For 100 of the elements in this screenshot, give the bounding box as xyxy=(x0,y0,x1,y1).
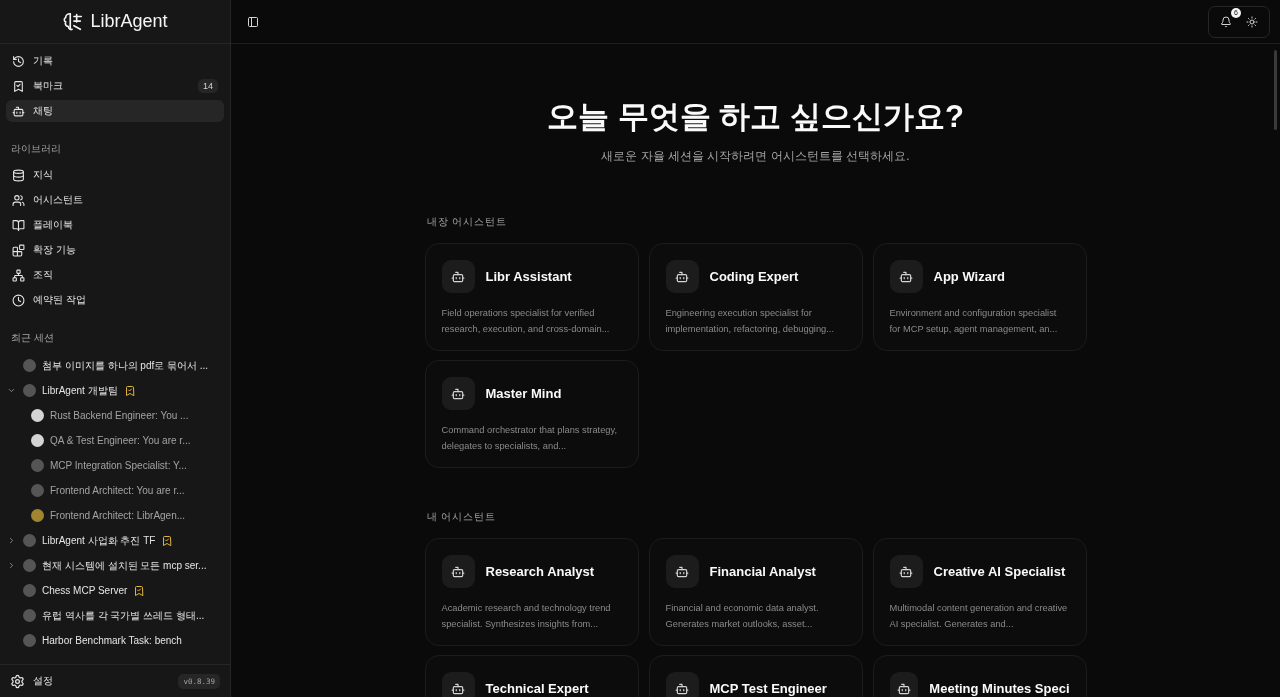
nav-label: 채팅 xyxy=(33,104,54,118)
nav-label: 북마크 xyxy=(33,79,64,93)
blocks-icon xyxy=(12,243,25,257)
logo-icon xyxy=(62,10,85,33)
nav-item[interactable]: 기록 xyxy=(6,50,224,72)
users-icon xyxy=(12,193,25,207)
assistant-name: Financial Analyst xyxy=(709,564,816,579)
chevron-down-icon[interactable] xyxy=(7,386,16,395)
network-icon xyxy=(12,268,25,282)
nav-item[interactable]: 예약된 작업 xyxy=(6,289,224,311)
session-item[interactable]: 첨부 이미지를 하나의 pdf로 묶어서 ... xyxy=(6,353,224,378)
robot-icon xyxy=(665,555,699,588)
session-title: Harbor Benchmark Task: bench xyxy=(42,635,182,646)
assistant-description: Academic research and technology trend specialist. Synthesizes insights from... xyxy=(441,602,612,631)
section-title: 라이브러리 xyxy=(10,142,62,156)
assistant-name: Coding Expert xyxy=(709,269,799,284)
session-item[interactable]: Rust Backend Engineer: You ... xyxy=(6,403,224,428)
assistant-card[interactable]: Libr Assistant Field operations specialist for verified research, execution, and cross-domain... xyxy=(424,243,639,351)
nav-label: 지식 xyxy=(33,168,54,182)
session-title: Rust Backend Engineer: You ... xyxy=(50,410,189,421)
robot-icon xyxy=(441,260,475,293)
nav-item[interactable]: 확장 기능 xyxy=(6,239,224,261)
session-item[interactable]: QA & Test Engineer: You are r... xyxy=(6,428,224,453)
assistant-description: Command orchestrator that plans strategy, delegates to specialists, and... xyxy=(441,424,618,453)
session-item[interactable]: LibrAgent 개발팀 xyxy=(6,378,224,403)
settings-label[interactable]: 설정 xyxy=(33,674,53,688)
robot-icon xyxy=(441,377,475,410)
book-icon xyxy=(12,218,25,232)
assistant-name: Libr Assistant xyxy=(485,269,572,284)
assistant-name: Technical Expert xyxy=(485,681,589,696)
nav-item[interactable]: 플레이북 xyxy=(6,214,224,236)
nav-label: 조직 xyxy=(33,268,54,282)
session-item[interactable]: MCP Integration Specialist: Y... xyxy=(6,453,224,478)
assistant-card[interactable]: App Wizard Environment and configuration specialist for MCP setup, agent management, an... xyxy=(872,243,1087,351)
count-badge: 14 xyxy=(198,79,218,93)
nav-item[interactable]: 채팅 xyxy=(6,100,224,122)
section-title: 최근 세션 xyxy=(10,331,55,345)
page-title: 오늘 무엇을 하고 싶으신가요? xyxy=(546,98,965,136)
assistant-card[interactable]: Financial Analyst Financial and economic data analyst. Generates market outlooks, asset... xyxy=(648,538,863,646)
robot-icon xyxy=(889,672,919,697)
session-item[interactable]: Frontend Architect: LibrAgen... xyxy=(6,503,224,528)
page-subtitle: 새로운 자율 세션을 시작하려면 어시스턴트를 선택하세요. xyxy=(600,148,911,165)
nav-item[interactable]: 지식 xyxy=(6,164,224,186)
chevron-right-icon[interactable] xyxy=(7,561,16,570)
nav-label: 플레이북 xyxy=(33,218,74,232)
section-label: 내장 어시스턴트 xyxy=(426,215,509,229)
clock-icon xyxy=(12,293,25,307)
session-title: LibrAgent 개발팀 xyxy=(42,383,118,398)
assistant-card[interactable]: MCP Test Engineer xyxy=(648,655,863,697)
history-icon xyxy=(12,54,25,68)
assistant-card[interactable]: Master Mind Command orchestrator that plans strategy, delegates to specialists, and... xyxy=(424,360,639,468)
nav-label: 확장 기능 xyxy=(33,243,77,257)
nav-label: 어시스턴트 xyxy=(33,193,84,207)
session-title: Frontend Architect: LibrAgen... xyxy=(50,510,186,521)
robot-icon xyxy=(665,260,699,293)
assistant-name: Master Mind xyxy=(485,386,562,401)
section-label: 내 어시스턴트 xyxy=(426,510,498,524)
assistant-name: App Wizard xyxy=(933,269,1005,284)
session-title: Chess MCP Server xyxy=(42,585,128,596)
robot-icon xyxy=(889,260,923,293)
assistant-card[interactable]: Meeting Minutes Speci xyxy=(872,655,1087,697)
notifications-button[interactable] xyxy=(1218,13,1234,30)
assistant-name: Research Analyst xyxy=(485,564,595,579)
assistant-card[interactable]: Research Analyst Academic research and technology trend specialist. Synthesizes insights from... xyxy=(424,538,639,646)
assistant-name: MCP Test Engineer xyxy=(709,681,827,696)
assistant-card[interactable]: Technical Expert xyxy=(424,655,639,697)
session-title: QA & Test Engineer: You are r... xyxy=(50,435,191,446)
robot-icon xyxy=(441,555,475,588)
session-title: Frontend Architect: You are r... xyxy=(50,485,185,496)
assistant-card[interactable]: Coding Expert Engineering execution specialist for implementation, refactoring, debugging... xyxy=(648,243,863,351)
nav-label: 예약된 작업 xyxy=(33,293,87,307)
assistant-name: Creative AI Specialist xyxy=(933,564,1066,579)
session-item[interactable]: Harbor Benchmark Task: bench xyxy=(6,628,224,653)
robot-icon xyxy=(441,672,475,697)
assistant-description: Multimodal content generation and creative AI specialist. Generates and... xyxy=(889,602,1069,631)
assistant-description: Financial and economic data analyst. Generates market outlooks, asset... xyxy=(665,602,820,631)
nav-item[interactable]: 조직 xyxy=(6,264,224,286)
session-item[interactable]: LibrAgent 사업화 추진 TF xyxy=(6,528,224,553)
assistant-card[interactable]: Creative AI Specialist Multimodal content generation and creative AI specialist. Generates and... xyxy=(872,538,1087,646)
nav-label: 기록 xyxy=(33,54,54,68)
scrollbar-thumb[interactable] xyxy=(1274,50,1277,130)
session-item[interactable]: Chess MCP Server xyxy=(6,578,224,603)
nav-item[interactable]: 어시스턴트 xyxy=(6,189,224,211)
robot-icon xyxy=(12,104,25,118)
assistant-name: Meeting Minutes Speci xyxy=(929,681,1070,696)
assistant-description: Environment and configuration specialist for MCP setup, agent management, an... xyxy=(889,307,1059,336)
database-icon xyxy=(12,168,25,182)
nav-item[interactable]: 북마크 14 xyxy=(6,75,224,97)
chevron-right-icon[interactable] xyxy=(7,536,16,545)
session-title: 유럽 역사를 각 국가별 쓰레드 형태... xyxy=(42,608,205,623)
session-item[interactable]: 유럽 역사를 각 국가별 쓰레드 형태... xyxy=(6,603,224,628)
session-item[interactable]: 현재 시스템에 설치된 모든 mcp ser... xyxy=(6,553,224,578)
robot-icon xyxy=(889,555,923,588)
session-item[interactable]: Frontend Architect: You are r... xyxy=(6,478,224,503)
assistant-description: Engineering execution specialist for implementation, refactoring, debugging... xyxy=(665,307,835,336)
assistant-description: Field operations specialist for verified research, execution, and cross-domain... xyxy=(441,307,611,336)
session-title: 현재 시스템에 설치된 모든 mcp ser... xyxy=(42,558,207,573)
session-title: MCP Integration Specialist: Y... xyxy=(50,460,187,471)
session-title: 첨부 이미지를 하나의 pdf로 묶어서 ... xyxy=(42,358,209,373)
settings-icon[interactable] xyxy=(10,673,25,689)
